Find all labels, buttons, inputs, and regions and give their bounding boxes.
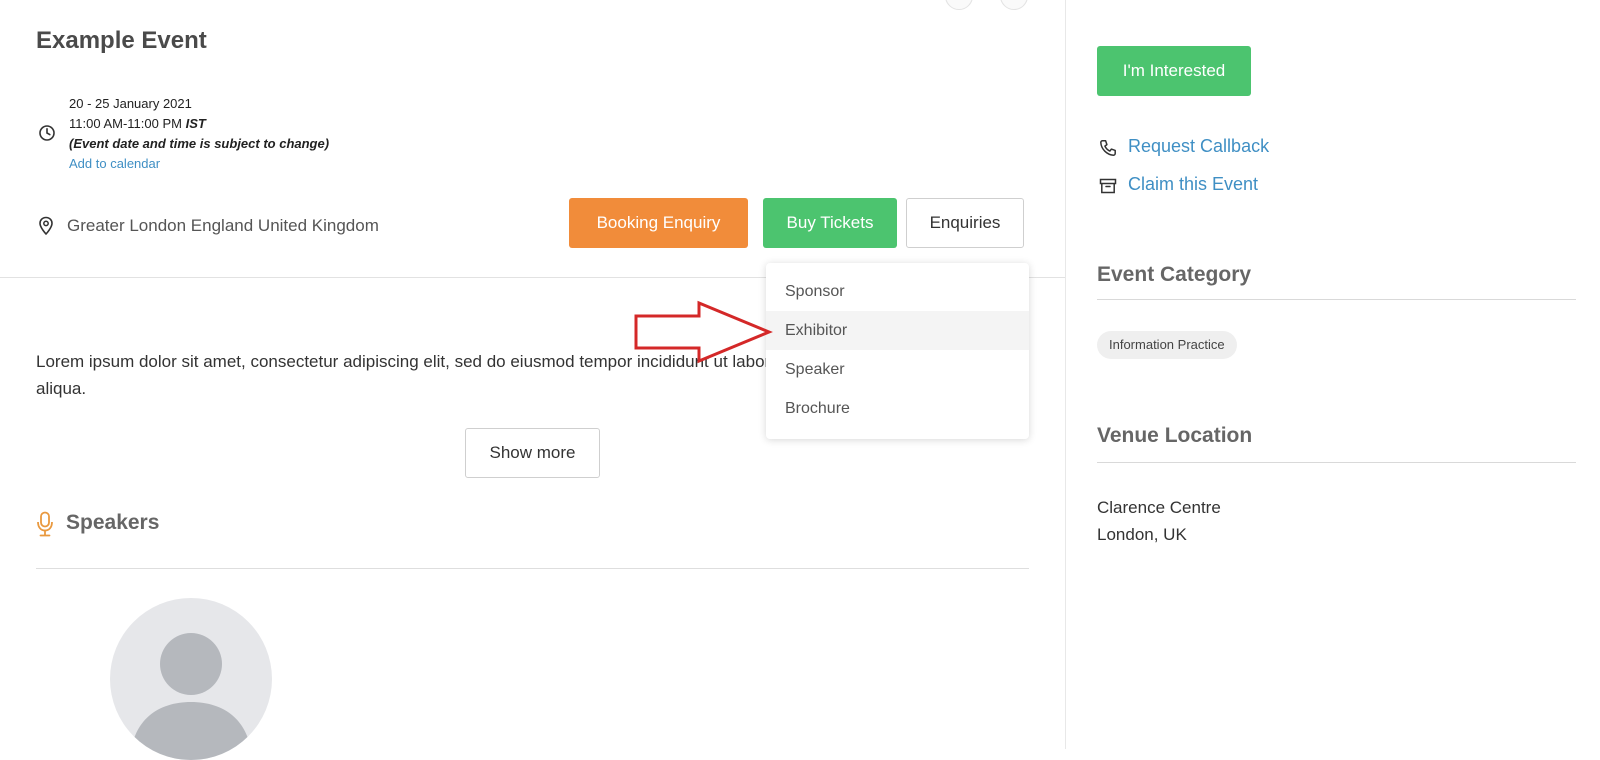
archive-icon: [1099, 178, 1117, 194]
event-timezone: IST: [185, 116, 206, 131]
microphone-icon: [37, 511, 53, 537]
menu-item-exhibitor[interactable]: Exhibitor: [766, 311, 1029, 350]
event-category-heading: Event Category: [1097, 263, 1252, 286]
menu-item-sponsor[interactable]: Sponsor: [766, 272, 1029, 311]
event-location-text: Greater London England United Kingdom: [67, 216, 379, 235]
clock-icon: [39, 125, 55, 141]
event-time: 11:00 AM-11:00 PM IST: [69, 116, 206, 131]
add-to-calendar-link[interactable]: Add to calendar: [69, 154, 469, 174]
category-divider: [1097, 299, 1576, 300]
speakers-divider: [36, 568, 1029, 569]
red-arrow-annotation: [634, 300, 773, 364]
show-more-button[interactable]: Show more: [465, 428, 600, 478]
phone-icon: [1100, 140, 1116, 156]
event-sidebar: I'm Interested Request Callback Claim th…: [1065, 0, 1600, 749]
venue-city: London, UK: [1097, 525, 1187, 544]
event-disclaimer: (Event date and time is subject to chang…: [69, 136, 330, 151]
event-date-range: 20 - 25 January 2021: [69, 96, 192, 111]
enquiries-dropdown-button[interactable]: Enquiries: [906, 198, 1024, 248]
venue-location-heading: Venue Location: [1097, 424, 1253, 447]
venue-divider: [1097, 462, 1576, 463]
map-pin-icon: [39, 216, 53, 236]
venue-name: Clarence Centre: [1097, 498, 1221, 517]
event-main-panel: Example Event 20 - 25 January 2021 11:00…: [0, 0, 1065, 760]
booking-enquiry-button[interactable]: Booking Enquiry: [569, 198, 748, 248]
event-title: Example Event: [36, 27, 207, 54]
menu-item-brochure[interactable]: Brochure: [766, 389, 1029, 428]
speaker-avatar[interactable]: [110, 598, 272, 760]
user-placeholder-icon: [130, 633, 252, 760]
category-tag[interactable]: Information Practice: [1097, 331, 1237, 359]
venue-address: Clarence Centre London, UK: [1097, 494, 1221, 548]
share-button-2[interactable]: [1000, 0, 1028, 10]
share-button-1[interactable]: [945, 0, 973, 10]
enquiries-dropdown-menu: Sponsor Exhibitor Speaker Brochure: [766, 263, 1029, 439]
menu-item-speaker[interactable]: Speaker: [766, 350, 1029, 389]
interested-button[interactable]: I'm Interested: [1097, 46, 1251, 96]
buy-tickets-button[interactable]: Buy Tickets: [763, 198, 897, 248]
